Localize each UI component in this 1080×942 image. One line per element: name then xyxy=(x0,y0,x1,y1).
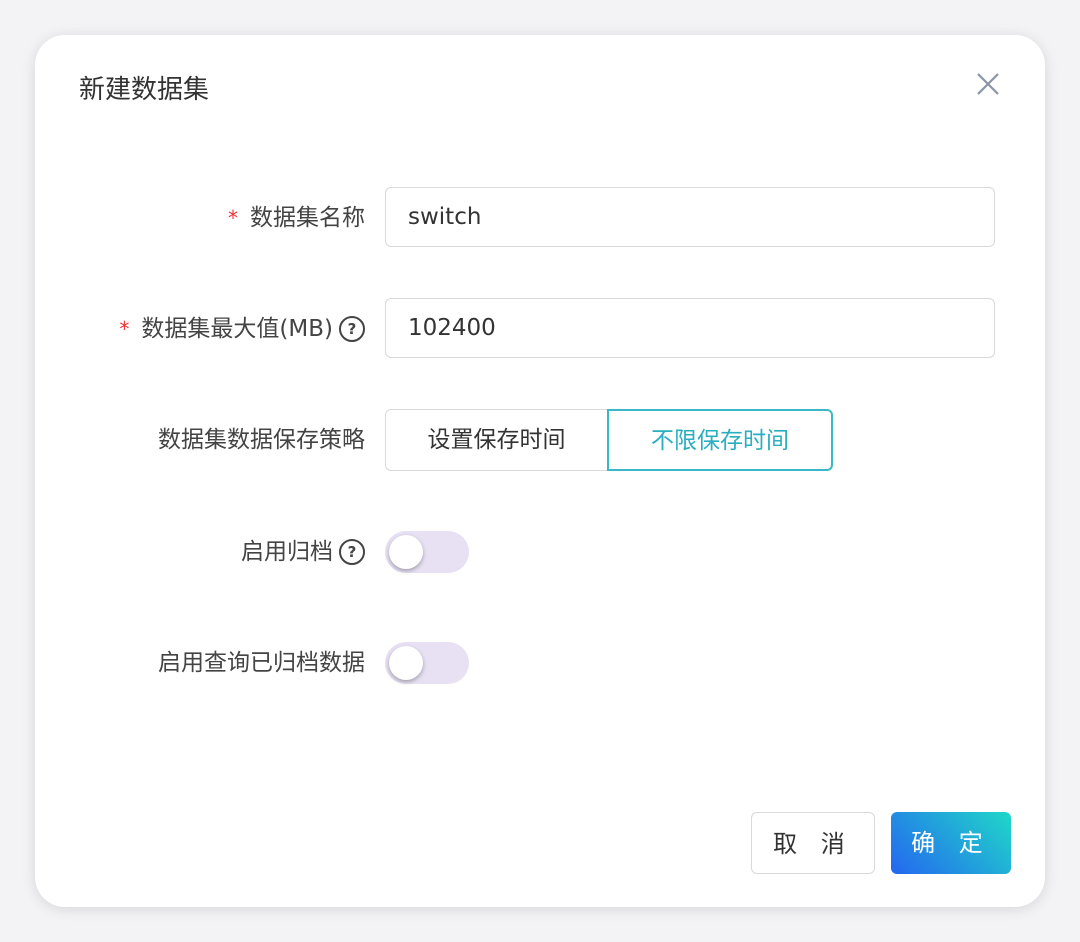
confirm-button[interactable]: 确 定 xyxy=(891,812,1011,874)
max-size-label: * 数据集最大值(MB)? xyxy=(119,298,365,360)
name-label-text: 数据集名称 xyxy=(250,205,365,231)
max-size-input[interactable] xyxy=(385,298,995,358)
archive-label: 启用归档? xyxy=(241,521,365,583)
required-mark: * xyxy=(228,206,238,230)
max-size-label-text: 数据集最大值(MB) xyxy=(141,316,333,342)
retention-segmented-control: 设置保存时间 不限保存时间 xyxy=(385,409,833,471)
name-label: * 数据集名称 xyxy=(228,187,365,249)
required-mark: * xyxy=(119,317,130,341)
field-row-retention: 数据集数据保存策略 设置保存时间 不限保存时间 xyxy=(35,409,1045,471)
query-archived-label: 启用查询已归档数据 xyxy=(158,650,365,676)
field-row-max-size: * 数据集最大值(MB)? xyxy=(35,298,1045,360)
retention-label: 数据集数据保存策略 xyxy=(158,427,365,453)
dataset-name-input[interactable] xyxy=(385,187,995,247)
new-dataset-dialog: 新建数据集 * 数据集名称 * 数据集最大值(MB)? 数据集数据保存策略 设置保存… xyxy=(35,35,1045,907)
close-icon[interactable] xyxy=(973,69,1003,99)
field-row-archive: 启用归档? xyxy=(35,521,1045,583)
retention-option-set-time[interactable]: 设置保存时间 xyxy=(385,409,607,471)
cancel-button[interactable]: 取 消 xyxy=(751,812,875,874)
retention-option-unlimited[interactable]: 不限保存时间 xyxy=(607,409,833,471)
archive-label-text: 启用归档 xyxy=(241,539,333,565)
help-icon[interactable]: ? xyxy=(339,316,365,342)
query-archived-toggle[interactable] xyxy=(385,642,469,684)
toggle-knob xyxy=(389,535,423,569)
help-icon[interactable]: ? xyxy=(339,539,365,565)
dialog-title: 新建数据集 xyxy=(79,75,210,105)
archive-toggle[interactable] xyxy=(385,531,469,573)
field-row-name: * 数据集名称 xyxy=(35,187,1045,249)
toggle-knob xyxy=(389,646,423,680)
field-row-query-archived: 启用查询已归档数据 xyxy=(35,632,1045,694)
